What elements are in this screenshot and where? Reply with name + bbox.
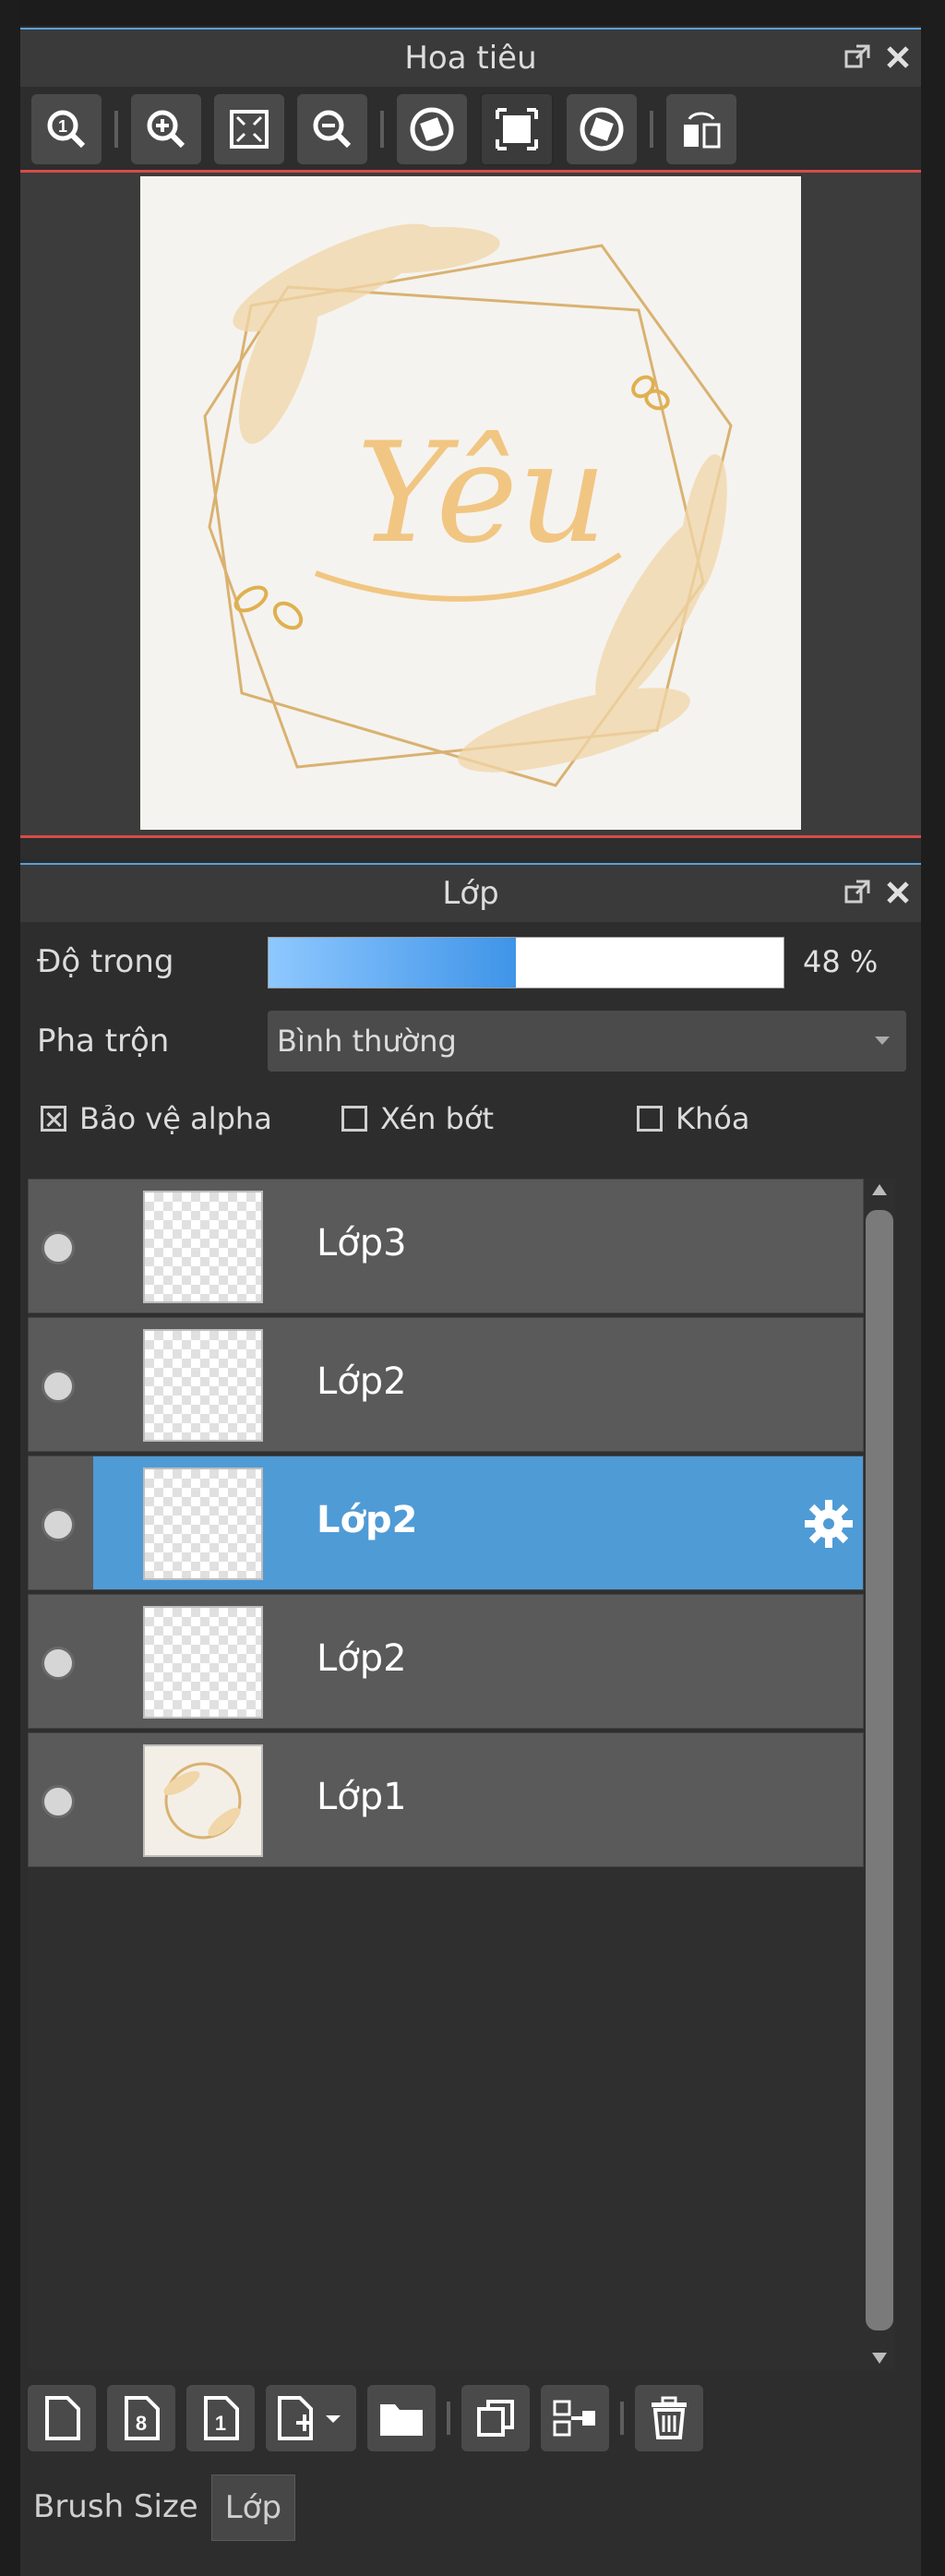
svg-text:1: 1 xyxy=(58,117,67,136)
canvas-word: Yêu xyxy=(356,413,606,574)
blend-row: Pha trộn Bình thường xyxy=(20,1001,921,1081)
layer-row-selected[interactable]: Lớp2 xyxy=(28,1456,864,1590)
duplicate-layer-icon[interactable] xyxy=(461,2385,530,2451)
add-layer-dropdown-icon[interactable] xyxy=(266,2385,356,2451)
navigator-toolbar: 1 xyxy=(20,87,921,172)
checkbox-checked-icon xyxy=(41,1106,66,1132)
flip-horizontal-icon[interactable] xyxy=(666,94,736,164)
svg-text:1: 1 xyxy=(215,2412,226,2435)
scroll-up-icon[interactable] xyxy=(872,1184,887,1195)
opacity-row: Độ trong 48 % xyxy=(20,922,921,1001)
clipping-checkbox[interactable]: Xén bớt xyxy=(341,1101,494,1136)
scroll-down-icon[interactable] xyxy=(872,2353,887,2364)
right-edge xyxy=(921,0,945,2576)
zoom-in-icon[interactable] xyxy=(131,94,201,164)
top-bar xyxy=(0,0,945,26)
blend-label: Pha trộn xyxy=(37,1023,170,1060)
merge-down-icon[interactable] xyxy=(541,2385,609,2451)
layer-thumbnail xyxy=(143,1744,263,1857)
layer-toolbar: 8 1 xyxy=(28,2377,714,2460)
navigator-panel: Hoa tiêu 1 Yêu xyxy=(20,28,921,858)
layer-scrollbar[interactable] xyxy=(864,1179,895,2369)
navigator-header: Hoa tiêu xyxy=(20,28,921,87)
layer-thumbnail xyxy=(143,1191,263,1303)
close-icon[interactable] xyxy=(884,42,912,70)
protect-alpha-checkbox[interactable]: Bảo vệ alpha xyxy=(41,1101,272,1136)
checkbox-unchecked-icon xyxy=(637,1106,663,1132)
layer-row[interactable]: Lớp2 xyxy=(28,1594,864,1729)
delete-layer-icon[interactable] xyxy=(635,2385,703,2451)
layer-name: Lớp2 xyxy=(317,1637,407,1680)
actual-pixels-icon[interactable] xyxy=(480,92,554,166)
layer-name: Lớp2 xyxy=(317,1499,418,1541)
navigator-title: Hoa tiêu xyxy=(404,40,537,77)
toolbar-separator xyxy=(650,111,653,148)
blend-mode-value: Bình thường xyxy=(277,1024,457,1059)
toolbar-separator xyxy=(620,2402,624,2435)
visibility-icon[interactable] xyxy=(42,1370,75,1403)
layer-thumbnail xyxy=(143,1606,263,1719)
rotate-right-icon[interactable] xyxy=(567,94,637,164)
toolbar-separator xyxy=(114,111,118,148)
new-8bit-layer-icon[interactable]: 8 xyxy=(107,2385,175,2451)
layer-list: Lớp3 Lớp2 Lớp2 Lớp2 Lớp1 xyxy=(28,1179,895,2369)
layer-options: Bảo vệ alpha Xén bớt Khóa xyxy=(20,1081,921,1160)
layer-name: Lớp1 xyxy=(317,1776,407,1818)
rotate-left-icon[interactable] xyxy=(397,94,467,164)
new-1bit-layer-icon[interactable]: 1 xyxy=(186,2385,255,2451)
panel-tabs: Brush Size Lớp xyxy=(20,2474,296,2545)
opacity-slider[interactable] xyxy=(268,937,784,988)
new-layer-icon[interactable] xyxy=(28,2385,96,2451)
scrollbar-thumb[interactable] xyxy=(866,1210,893,2330)
zoom-100-icon[interactable]: 1 xyxy=(31,94,102,164)
layer-panel: Lớp Độ trong 48 % Pha trộn Bình thường B… xyxy=(20,863,921,2576)
clipping-label: Xén bớt xyxy=(380,1101,495,1136)
protect-alpha-label: Bảo vệ alpha xyxy=(79,1101,272,1136)
layer-row[interactable]: Lớp2 xyxy=(28,1317,864,1452)
tab-label: Brush Size xyxy=(33,2488,198,2525)
layer-thumbnail xyxy=(143,1468,263,1580)
lock-label: Khóa xyxy=(676,1101,750,1136)
tab-label: Lớp xyxy=(224,2489,282,2526)
layer-row[interactable]: Lớp1 xyxy=(28,1732,864,1867)
layer-thumbnail xyxy=(143,1329,263,1442)
svg-text:8: 8 xyxy=(136,2412,147,2435)
opacity-slider-fill xyxy=(269,938,516,988)
folder-icon[interactable] xyxy=(367,2385,436,2451)
layer-title: Lớp xyxy=(442,875,499,912)
popout-icon[interactable] xyxy=(843,42,871,70)
opacity-label: Độ trong xyxy=(37,943,174,980)
visibility-icon[interactable] xyxy=(42,1785,75,1818)
chevron-down-icon xyxy=(875,1036,890,1045)
tab-brush-size[interactable]: Brush Size xyxy=(20,2474,211,2539)
navigator-preview[interactable]: Yêu xyxy=(20,170,921,838)
left-edge xyxy=(0,0,20,2576)
layer-header: Lớp xyxy=(20,863,921,922)
checkbox-unchecked-icon xyxy=(341,1106,367,1132)
visibility-icon[interactable] xyxy=(42,1231,75,1264)
layer-row[interactable]: Lớp3 xyxy=(28,1179,864,1313)
visibility-icon[interactable] xyxy=(42,1647,75,1680)
lock-checkbox[interactable]: Khóa xyxy=(637,1101,749,1136)
opacity-value: 48 % xyxy=(803,944,879,979)
visibility-icon[interactable] xyxy=(42,1508,75,1541)
layer-name: Lớp3 xyxy=(317,1222,407,1264)
blend-mode-select[interactable]: Bình thường xyxy=(268,1011,906,1072)
toolbar-separator xyxy=(447,2402,450,2435)
fit-window-icon[interactable] xyxy=(214,94,284,164)
zoom-out-icon[interactable] xyxy=(297,94,367,164)
tab-layer[interactable]: Lớp xyxy=(210,2474,296,2541)
layer-name: Lớp2 xyxy=(317,1360,407,1403)
canvas-thumbnail: Yêu xyxy=(140,176,801,830)
close-icon[interactable] xyxy=(884,878,912,905)
gear-icon[interactable] xyxy=(802,1497,855,1551)
popout-icon[interactable] xyxy=(843,878,871,905)
toolbar-separator xyxy=(380,111,384,148)
